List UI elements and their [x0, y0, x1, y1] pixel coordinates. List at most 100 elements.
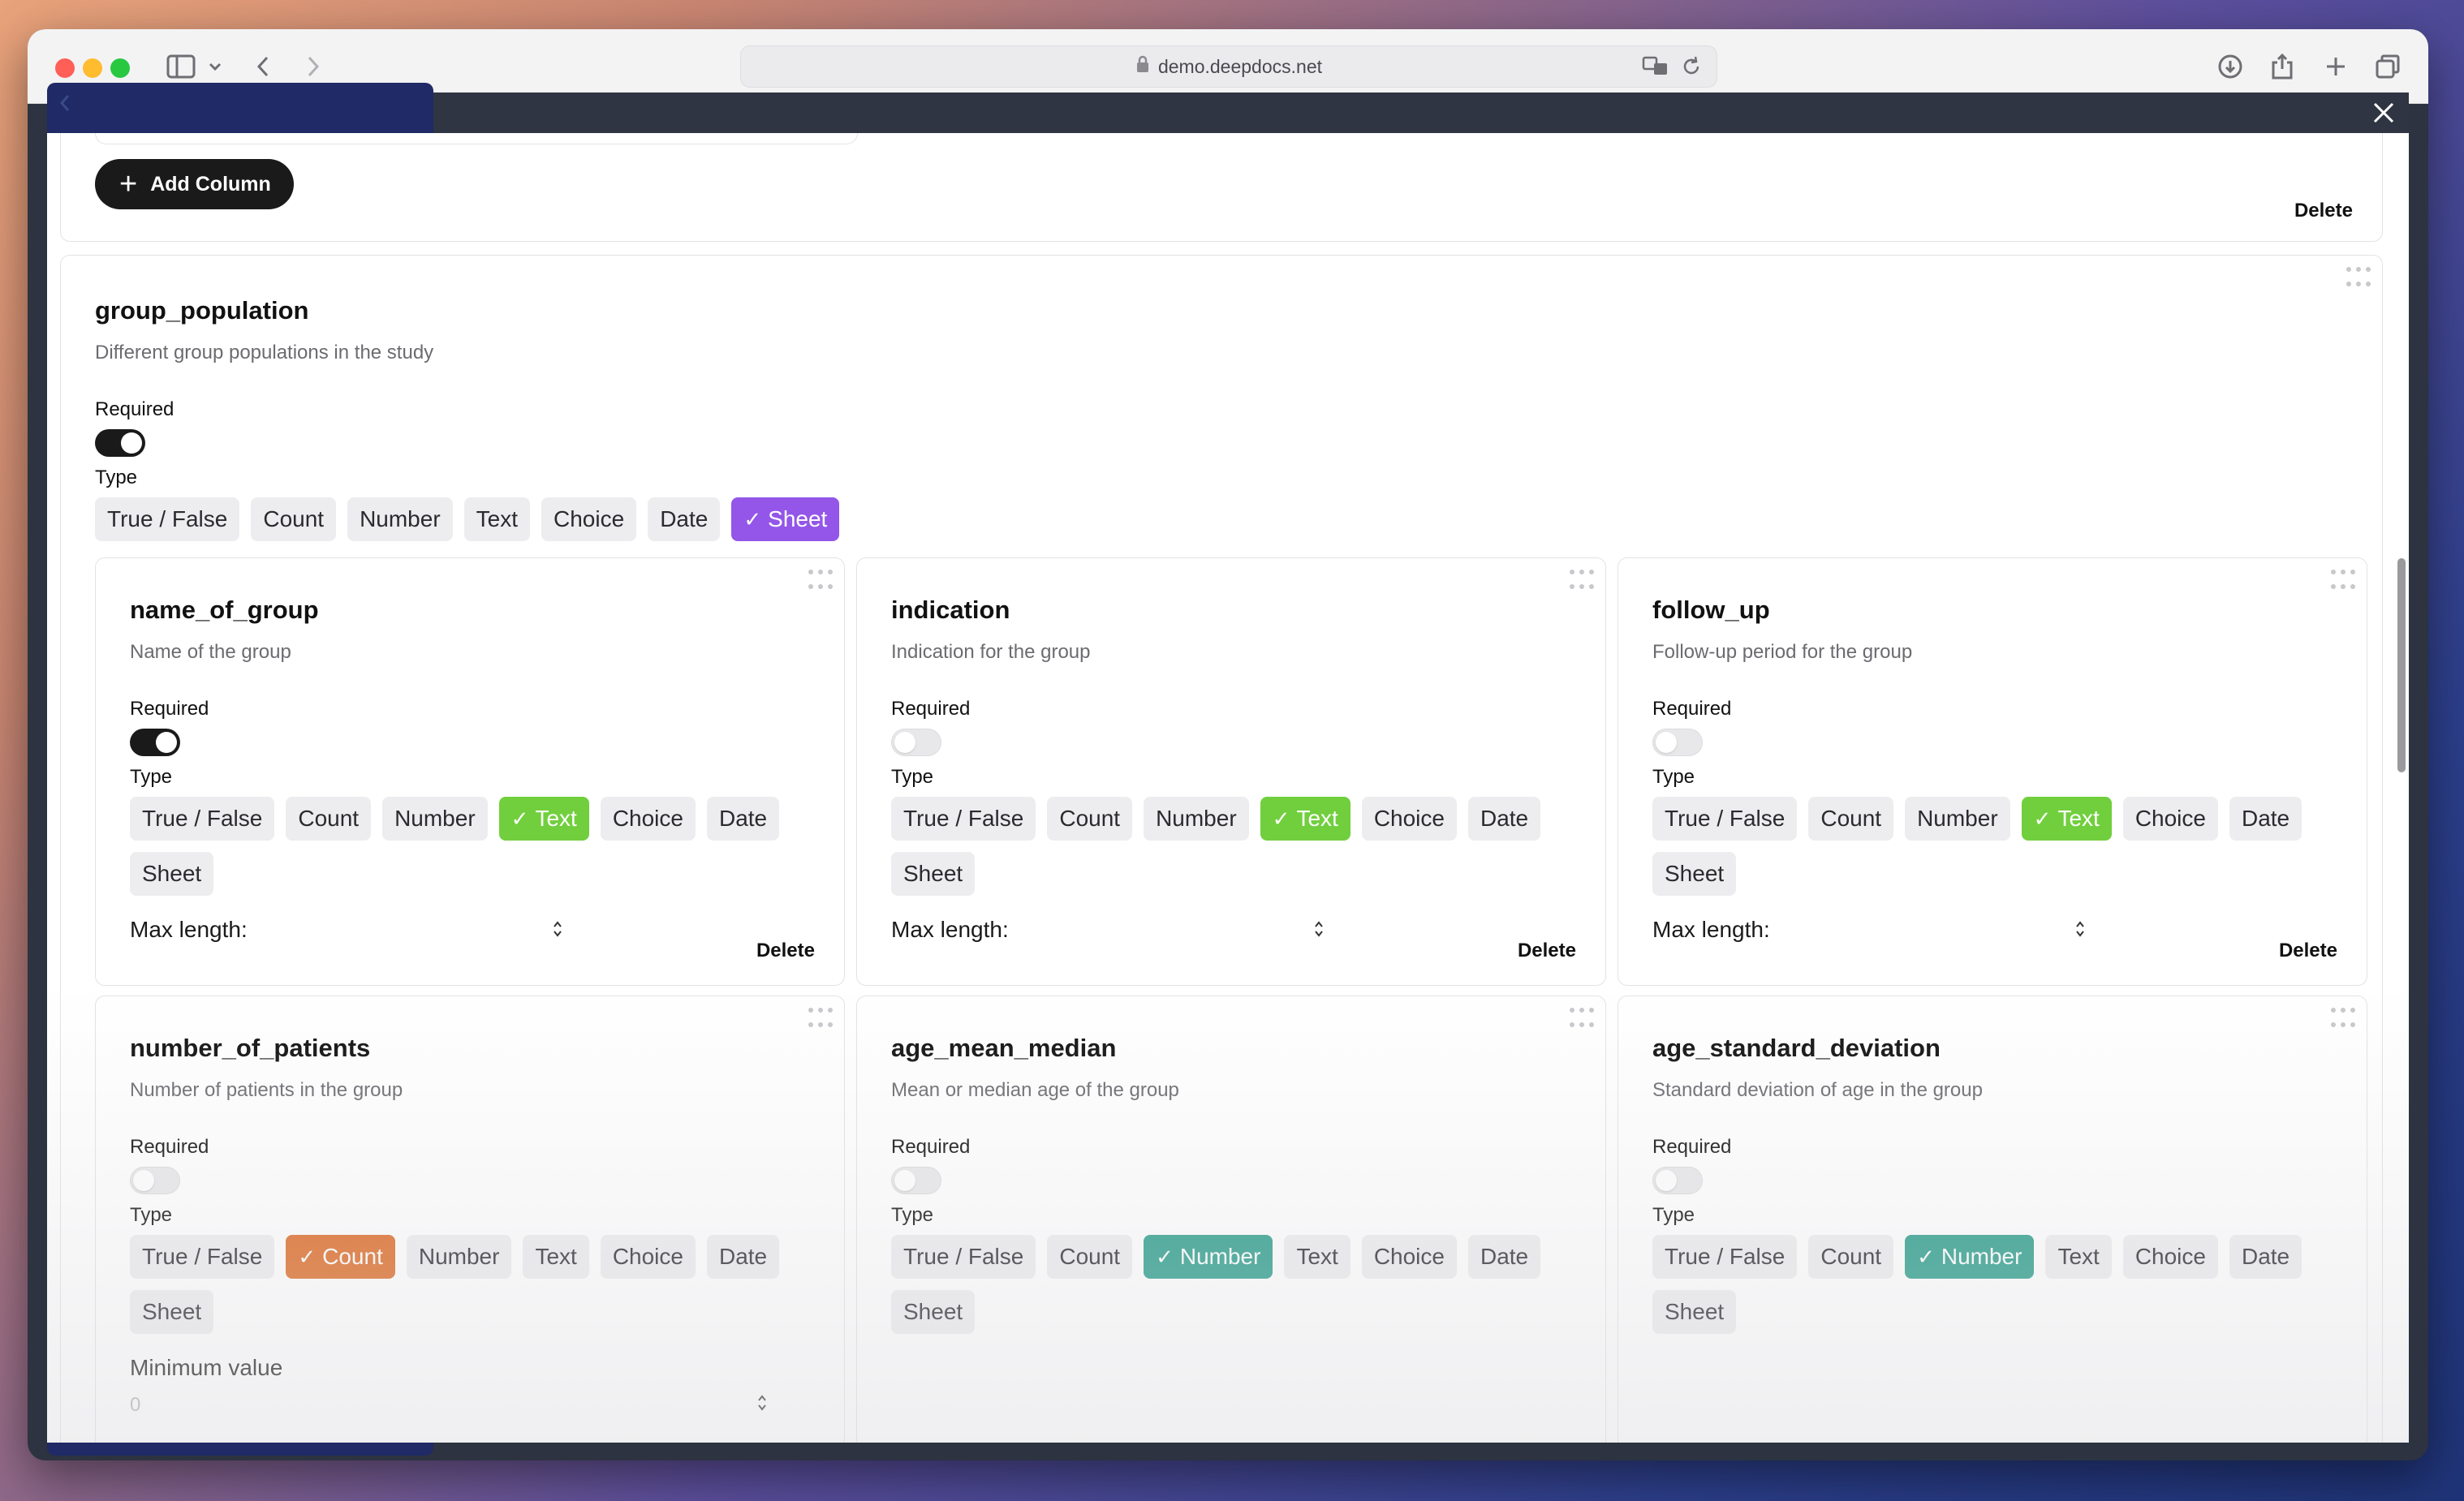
minimum-value-label: Minimum value — [130, 1355, 283, 1380]
type-chip-sheet[interactable]: Sheet — [130, 852, 214, 896]
type-chip-count[interactable]: Count — [251, 497, 337, 541]
stepper-icon[interactable] — [552, 918, 563, 940]
type-chip-true-false[interactable]: True / False — [130, 797, 275, 841]
type-chip-text[interactable]: Text — [2045, 1235, 2112, 1279]
drag-handle-icon[interactable] — [2346, 267, 2371, 291]
type-chip-true-false[interactable]: True / False — [130, 1235, 275, 1279]
required-toggle[interactable] — [130, 729, 180, 756]
type-chip-date[interactable]: Date — [706, 797, 780, 841]
app-tab-bottom — [47, 1443, 433, 1456]
subfield-card-follow-up: follow_up Follow-up period for the group… — [1618, 557, 2367, 986]
sidebar-toggle-icon[interactable] — [161, 47, 201, 86]
drag-handle-icon[interactable] — [2331, 570, 2355, 594]
type-chip-date[interactable]: Date — [2229, 797, 2302, 841]
type-chip-text[interactable]: ✓ Text — [498, 797, 589, 841]
type-chip-text[interactable]: Text — [463, 497, 531, 541]
type-chip-date[interactable]: Date — [1467, 797, 1541, 841]
delete-button[interactable]: Delete — [756, 940, 815, 962]
drag-handle-icon[interactable] — [808, 570, 833, 594]
type-chip-sheet[interactable]: ✓ Sheet — [731, 497, 840, 541]
type-chip-number[interactable]: Number — [347, 497, 453, 541]
required-toggle[interactable] — [891, 1167, 941, 1194]
field-title: age_standard_deviation — [1652, 1034, 1941, 1062]
type-chip-text[interactable]: ✓ Text — [2021, 797, 2112, 841]
type-chip-sheet[interactable]: Sheet — [1652, 1290, 1737, 1334]
type-chip-number[interactable]: ✓ Number — [1144, 1235, 1273, 1279]
zoom-window-button[interactable] — [110, 58, 130, 78]
type-chip-count[interactable]: Count — [286, 797, 372, 841]
type-chip-number[interactable]: Number — [1144, 797, 1249, 841]
required-toggle[interactable] — [1652, 1167, 1703, 1194]
add-column-label: Add Column — [150, 172, 271, 196]
type-chip-number[interactable]: Number — [1905, 797, 2010, 841]
type-chip-count[interactable]: ✓ Count — [286, 1235, 395, 1279]
translate-icon[interactable] — [1642, 54, 1669, 84]
new-tab-icon[interactable] — [2318, 47, 2354, 86]
field-description: Number of patients in the group — [130, 1079, 403, 1101]
stepper-icon[interactable] — [2074, 918, 2086, 940]
type-chip-choice[interactable]: Choice — [600, 1235, 696, 1279]
required-toggle[interactable] — [95, 429, 145, 457]
type-chip-sheet[interactable]: Sheet — [891, 1290, 976, 1334]
type-chip-date[interactable]: Date — [706, 1235, 780, 1279]
required-toggle[interactable] — [130, 1167, 180, 1194]
required-label: Required — [130, 1136, 209, 1158]
type-chip-choice[interactable]: Choice — [600, 797, 696, 841]
type-chip-choice[interactable]: Choice — [1361, 797, 1457, 841]
stepper-icon[interactable] — [756, 1392, 768, 1413]
address-bar[interactable]: demo.deepdocs.net — [740, 45, 1717, 88]
minimize-window-button[interactable] — [83, 58, 102, 78]
back-icon[interactable] — [247, 47, 279, 86]
close-icon[interactable] — [2370, 99, 2397, 127]
type-chip-choice[interactable]: Choice — [2122, 1235, 2218, 1279]
type-chip-count[interactable]: Count — [1808, 797, 1894, 841]
close-window-button[interactable] — [55, 58, 75, 78]
drag-handle-icon[interactable] — [1570, 570, 1594, 594]
download-icon[interactable] — [2212, 47, 2248, 86]
required-toggle[interactable] — [891, 729, 941, 756]
check-icon: ✓ — [1917, 1244, 1935, 1269]
forward-icon[interactable] — [297, 47, 330, 86]
type-chip-choice[interactable]: Choice — [541, 497, 637, 541]
type-chip-sheet[interactable]: Sheet — [130, 1290, 214, 1334]
drag-handle-icon[interactable] — [808, 1008, 833, 1032]
type-chip-count[interactable]: Count — [1047, 1235, 1133, 1279]
app-tab-active[interactable] — [47, 83, 433, 133]
type-chip-text[interactable]: ✓ Text — [1260, 797, 1350, 841]
type-chip-true-false[interactable]: True / False — [891, 797, 1036, 841]
type-chip-choice[interactable]: Choice — [1361, 1235, 1457, 1279]
type-chip-date[interactable]: Date — [1467, 1235, 1541, 1279]
type-chip-number[interactable]: Number — [382, 797, 488, 841]
required-toggle[interactable] — [1652, 729, 1703, 756]
type-chip-date[interactable]: Date — [2229, 1235, 2302, 1279]
add-column-button[interactable]: + Add Column — [95, 159, 294, 209]
delete-button[interactable]: Delete — [1518, 940, 1576, 962]
type-chip-choice[interactable]: Choice — [2122, 797, 2218, 841]
type-chip-sheet[interactable]: Sheet — [1652, 852, 1737, 896]
type-chip-sheet[interactable]: Sheet — [891, 852, 976, 896]
type-chip-true-false[interactable]: True / False — [1652, 797, 1798, 841]
type-chip-number[interactable]: Number — [406, 1235, 512, 1279]
type-chip-text[interactable]: Text — [523, 1235, 589, 1279]
chevron-left-icon[interactable] — [57, 91, 73, 119]
type-chip-true-false[interactable]: True / False — [891, 1235, 1036, 1279]
type-chip-date[interactable]: Date — [648, 497, 721, 541]
type-chip-number[interactable]: ✓ Number — [1905, 1235, 2035, 1279]
chevron-down-icon[interactable] — [203, 47, 227, 86]
type-chip-count[interactable]: Count — [1047, 797, 1133, 841]
reload-icon[interactable] — [1681, 54, 1702, 84]
minimum-value-input[interactable]: 0 — [130, 1394, 140, 1417]
share-icon[interactable] — [2264, 47, 2300, 86]
required-label: Required — [1652, 1136, 1732, 1158]
type-chip-true-false[interactable]: True / False — [95, 497, 240, 541]
tab-overview-icon[interactable] — [2370, 47, 2406, 86]
type-chip-true-false[interactable]: True / False — [1652, 1235, 1798, 1279]
type-chip-count[interactable]: Count — [1808, 1235, 1894, 1279]
drag-handle-icon[interactable] — [2331, 1008, 2355, 1032]
type-chip-text[interactable]: Text — [1284, 1235, 1350, 1279]
delete-button[interactable]: Delete — [2294, 200, 2353, 222]
drag-handle-icon[interactable] — [1570, 1008, 1594, 1032]
vertical-scrollbar[interactable] — [2397, 558, 2406, 772]
stepper-icon[interactable] — [1313, 918, 1325, 940]
delete-button[interactable]: Delete — [2279, 940, 2337, 962]
